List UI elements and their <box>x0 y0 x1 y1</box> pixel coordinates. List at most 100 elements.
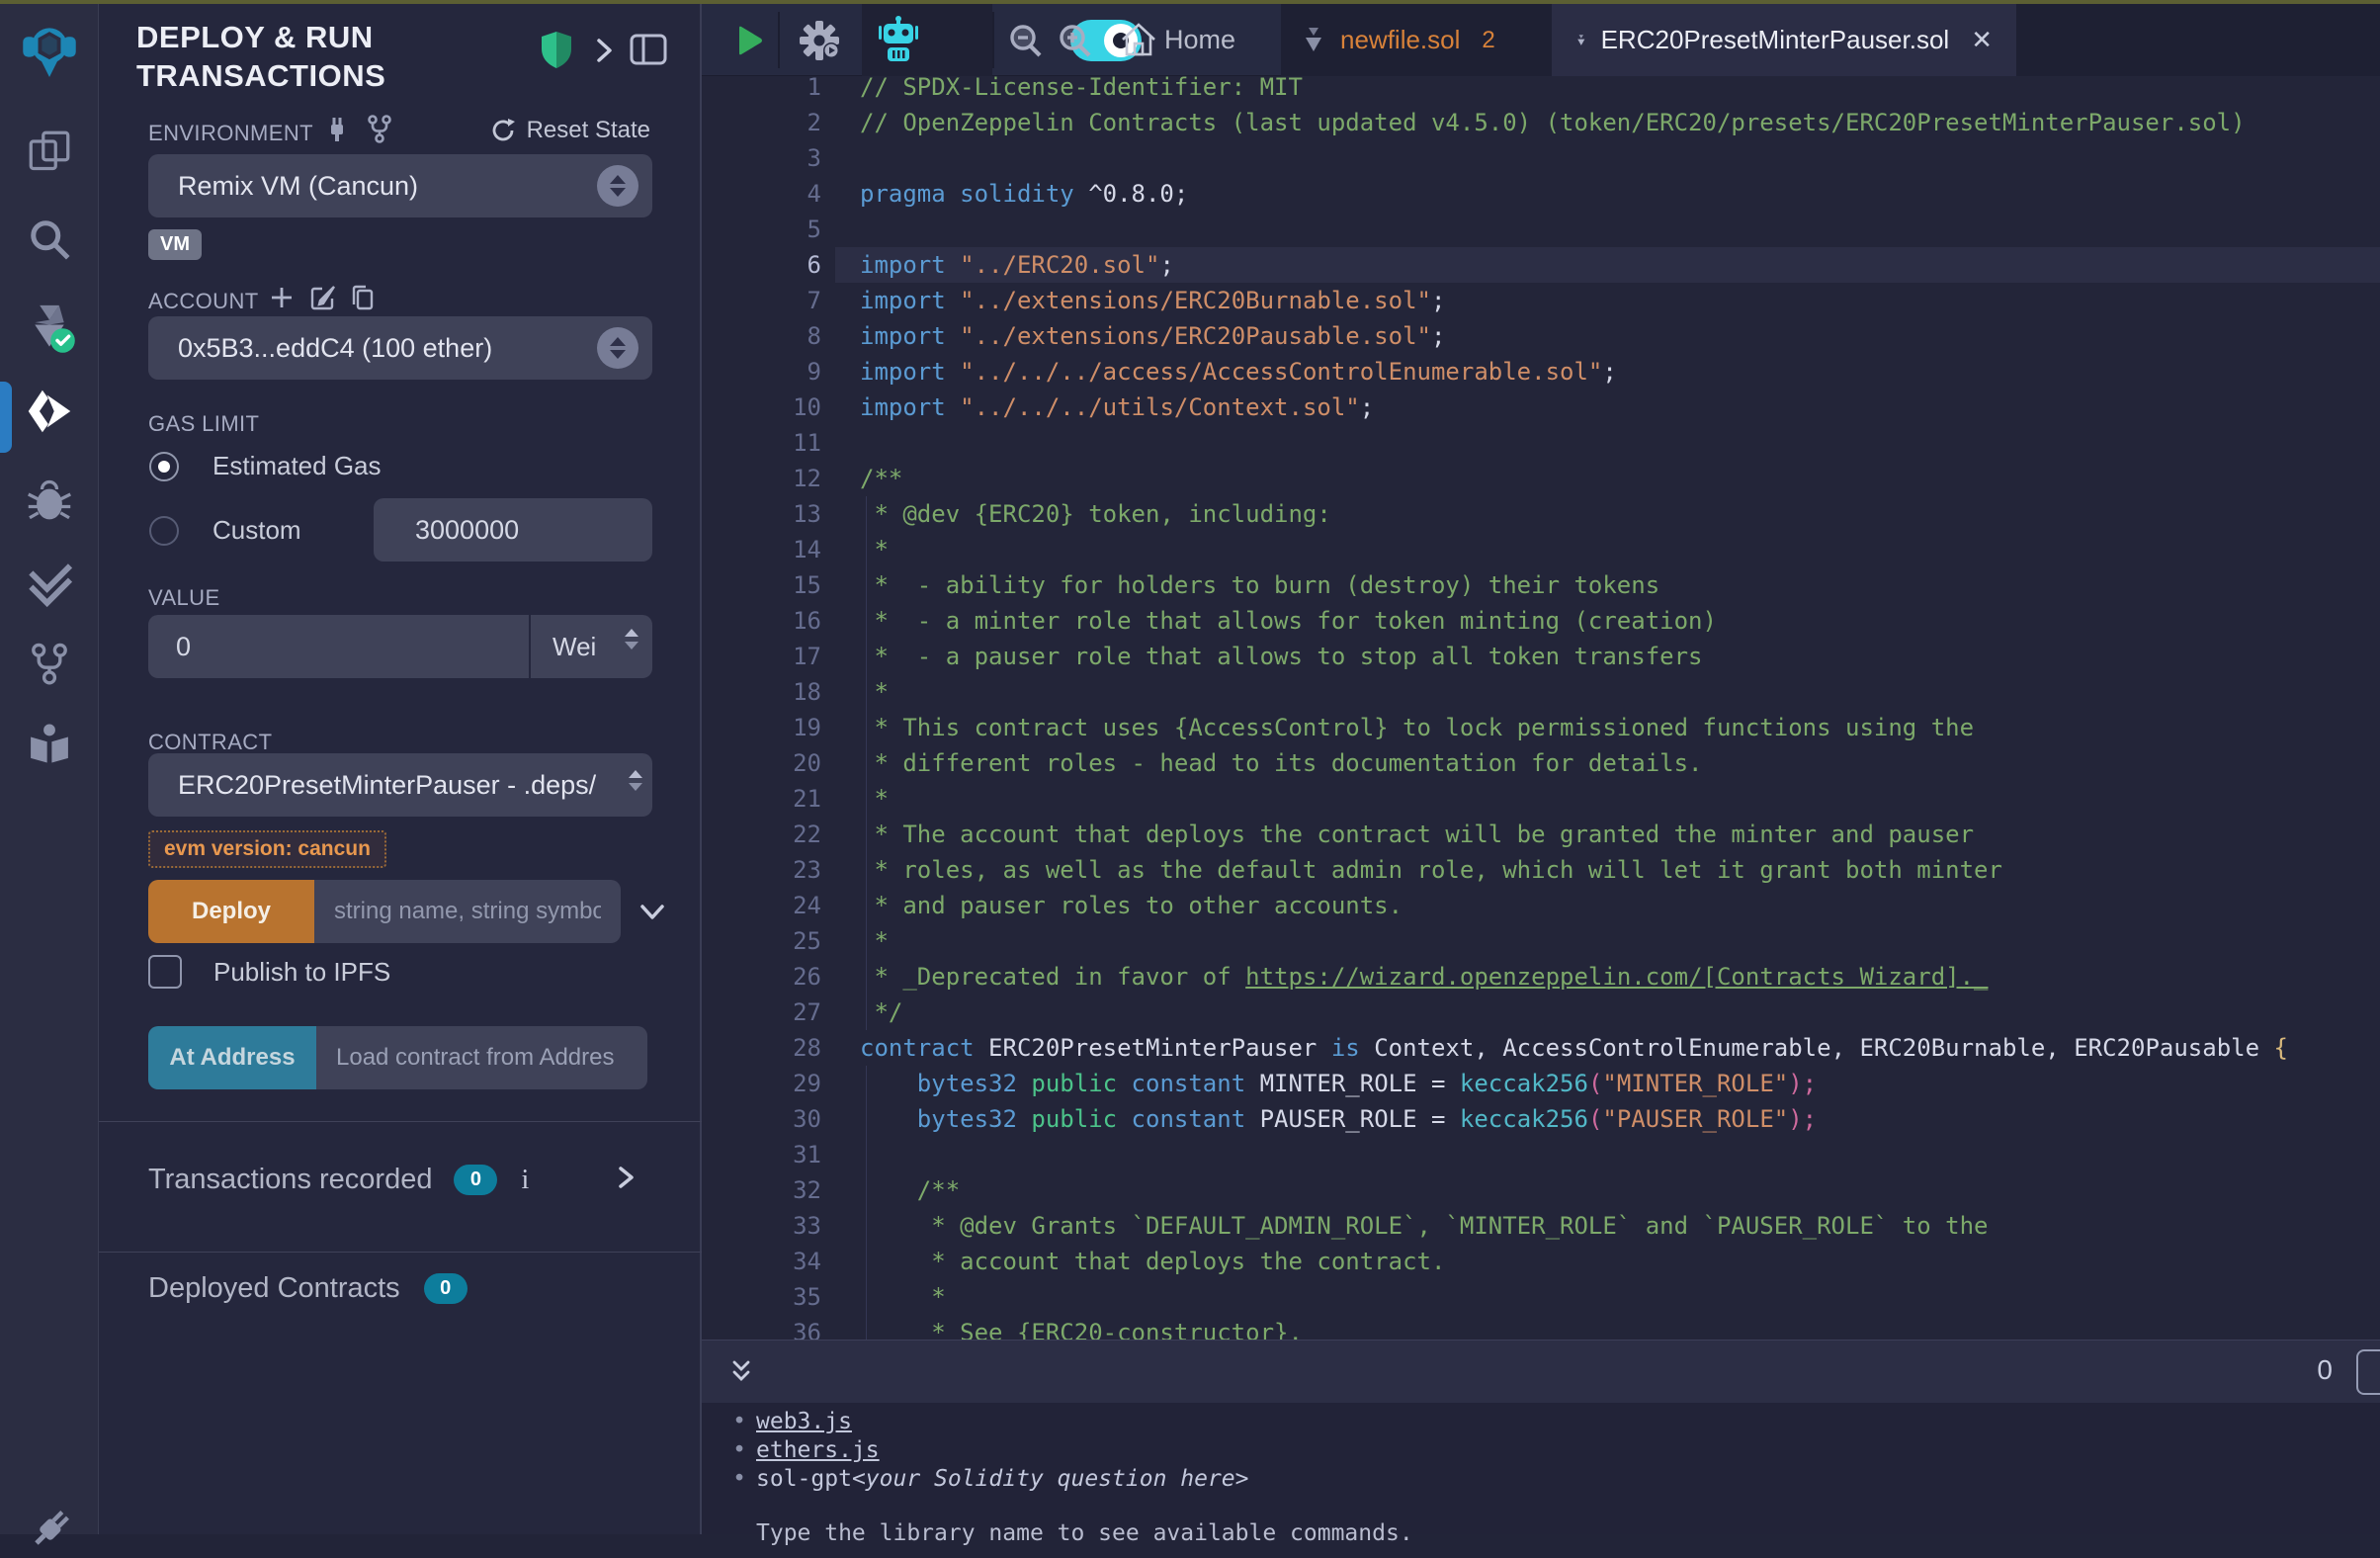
ai-segment <box>862 4 992 76</box>
expand-transactions-chevron-icon[interactable] <box>613 1163 638 1197</box>
static-analysis-icon[interactable] <box>22 557 77 612</box>
terminal-search-box[interactable] <box>2356 1349 2380 1395</box>
remixai-robot-icon[interactable] <box>874 16 923 70</box>
vm-badge: VM <box>148 229 202 260</box>
code-line[interactable]: 36 * See {ERC20-constructor}. <box>702 1315 2380 1340</box>
panel-layout-icon[interactable] <box>629 32 668 72</box>
code-line[interactable]: 12/** <box>702 461 2380 496</box>
code-line[interactable]: 16 * - a minter role that allows for tok… <box>702 603 2380 639</box>
at-address-input[interactable] <box>316 1026 647 1089</box>
edit-account-icon[interactable] <box>308 283 338 317</box>
value-unit-select[interactable]: Wei <box>531 615 652 678</box>
terminal-link[interactable]: ethers.js <box>756 1437 880 1463</box>
reset-state-button[interactable]: Reset State <box>489 117 650 144</box>
tab-erc20presetminterpauser[interactable]: ERC20PresetMinterPauser.sol ✕ <box>1552 4 2016 76</box>
terminal-bar[interactable]: 0 <box>702 1340 2380 1403</box>
chevron-right-icon[interactable] <box>589 34 619 72</box>
active-plugin-indicator <box>0 382 12 453</box>
transactions-recorded-row[interactable]: Transactions recorded 0 i <box>148 1163 652 1197</box>
custom-gas-input[interactable] <box>374 498 652 562</box>
code-line[interactable]: 24 * and pauser roles to other accounts. <box>702 888 2380 923</box>
line-number: 2 <box>702 105 821 140</box>
search-icon[interactable] <box>22 212 77 267</box>
account-select[interactable]: 0x5B3...eddC4 (100 ether) <box>148 316 652 380</box>
debugger-icon[interactable] <box>22 472 77 527</box>
estimated-gas-radio[interactable] <box>149 452 179 481</box>
code-line[interactable]: 34 * account that deploys the contract. <box>702 1244 2380 1279</box>
code-line[interactable]: 28contract ERC20PresetMinterPauser is Co… <box>702 1030 2380 1066</box>
code-line[interactable]: 15 * - ability for holders to burn (dest… <box>702 567 2380 603</box>
code-line[interactable]: 22 * The account that deploys the contra… <box>702 817 2380 852</box>
close-tab-icon[interactable]: ✕ <box>1971 25 1993 55</box>
publish-ipfs-checkbox[interactable] <box>148 955 182 989</box>
info-icon[interactable]: i <box>521 1165 529 1196</box>
code-line[interactable]: 35 * <box>702 1279 2380 1315</box>
environment-select[interactable]: Remix VM (Cancun) <box>148 154 652 217</box>
collapse-terminal-icon[interactable] <box>725 1356 757 1393</box>
code-line[interactable]: 31 <box>702 1137 2380 1172</box>
file-explorer-icon[interactable] <box>22 124 77 179</box>
code-line[interactable]: 25 * <box>702 923 2380 959</box>
code-line[interactable]: 4pragma solidity ^0.8.0; <box>702 176 2380 212</box>
code-line[interactable]: 18 * <box>702 674 2380 710</box>
home-label[interactable]: Home <box>1164 25 1235 55</box>
code-line[interactable]: 9import "../../../access/AccessControlEn… <box>702 354 2380 390</box>
value-input[interactable] <box>148 615 529 678</box>
home-icon <box>1117 18 1160 61</box>
shield-icon[interactable] <box>538 30 575 74</box>
deploy-run-icon[interactable] <box>22 384 77 439</box>
deploy-expand-chevron-icon[interactable] <box>635 894 670 934</box>
custom-gas-option[interactable]: Custom <box>149 515 301 546</box>
code-editor[interactable]: 1// SPDX-License-Identifier: MIT2// Open… <box>702 76 2380 1340</box>
at-address-button[interactable]: At Address <box>148 1026 316 1089</box>
tab-newfile[interactable]: newfile.sol 2 <box>1301 4 1495 76</box>
code-line[interactable]: 27 */ <box>702 995 2380 1030</box>
code-line[interactable]: 33 * @dev Grants `DEFAULT_ADMIN_ROLE`, `… <box>702 1208 2380 1244</box>
terminal-text: sol-gpt <box>756 1466 852 1492</box>
code-line[interactable]: 13 * @dev {ERC20} token, including: <box>702 496 2380 532</box>
tab-label: newfile.sol <box>1340 25 1460 55</box>
code-line[interactable]: 32 /** <box>702 1172 2380 1208</box>
settings-gears-icon[interactable] <box>797 18 842 68</box>
fork-icon[interactable] <box>364 113 395 149</box>
code-line[interactable]: 3 <box>702 140 2380 176</box>
code-line[interactable]: 29 bytes32 public constant MINTER_ROLE =… <box>702 1066 2380 1101</box>
publish-ipfs-option[interactable]: Publish to IPFS <box>148 955 390 989</box>
zoom-out-icon[interactable] <box>1004 20 1048 68</box>
code-line[interactable]: 1// SPDX-License-Identifier: MIT <box>702 76 2380 105</box>
terminal-link[interactable]: web3.js <box>756 1409 852 1434</box>
code-line[interactable]: 10import "../../../utils/Context.sol"; <box>702 390 2380 425</box>
remix-logo-icon[interactable] <box>22 22 77 77</box>
code-line[interactable]: 19 * This contract uses {AccessControl} … <box>702 710 2380 745</box>
add-account-icon[interactable] <box>267 283 297 317</box>
zoom-in-icon[interactable] <box>1054 20 1097 68</box>
deploy-args-input[interactable] <box>314 880 621 943</box>
estimated-gas-option[interactable]: Estimated Gas <box>149 451 382 481</box>
code-line[interactable]: 17 * - a pauser role that allows to stop… <box>702 639 2380 674</box>
code-line[interactable]: 30 bytes32 public constant PAUSER_ROLE =… <box>702 1101 2380 1137</box>
custom-gas-radio[interactable] <box>149 516 179 546</box>
code-line[interactable]: 23 * roles, as well as the default admin… <box>702 852 2380 888</box>
code-line[interactable]: 21 * <box>702 781 2380 817</box>
code-line[interactable]: 6import "../ERC20.sol"; <box>702 247 2380 283</box>
code-line[interactable]: 7import "../extensions/ERC20Burnable.sol… <box>702 283 2380 318</box>
code-line[interactable]: 20 * different roles - head to its docum… <box>702 745 2380 781</box>
code-line[interactable]: 5 <box>702 212 2380 247</box>
code-line[interactable]: 26 * _Deprecated in favor of https://wiz… <box>702 959 2380 995</box>
panel-title: DEPLOY & RUN TRANSACTIONS <box>136 18 561 95</box>
run-script-icon[interactable] <box>729 22 767 64</box>
copy-account-icon[interactable] <box>348 283 378 317</box>
home-tab[interactable] <box>1117 18 1160 66</box>
learneth-icon[interactable] <box>22 719 77 774</box>
plug-icon[interactable] <box>322 115 352 149</box>
deploy-button[interactable]: Deploy <box>148 880 314 943</box>
code-line[interactable]: 2// OpenZeppelin Contracts (last updated… <box>702 105 2380 140</box>
code-line[interactable]: 11 <box>702 425 2380 461</box>
solidity-compiler-icon[interactable] <box>22 300 77 355</box>
code-line[interactable]: 14 * <box>702 532 2380 567</box>
code-line[interactable]: 8import "../extensions/ERC20Pausable.sol… <box>702 318 2380 354</box>
terminal-output[interactable]: •web3.js•ethers.js•sol-gpt <your Solidit… <box>702 1403 2380 1534</box>
plugin-manager-icon[interactable] <box>22 1503 77 1558</box>
git-icon[interactable] <box>22 636 77 691</box>
contract-select[interactable]: ERC20PresetMinterPauser - .deps/ <box>148 753 652 817</box>
